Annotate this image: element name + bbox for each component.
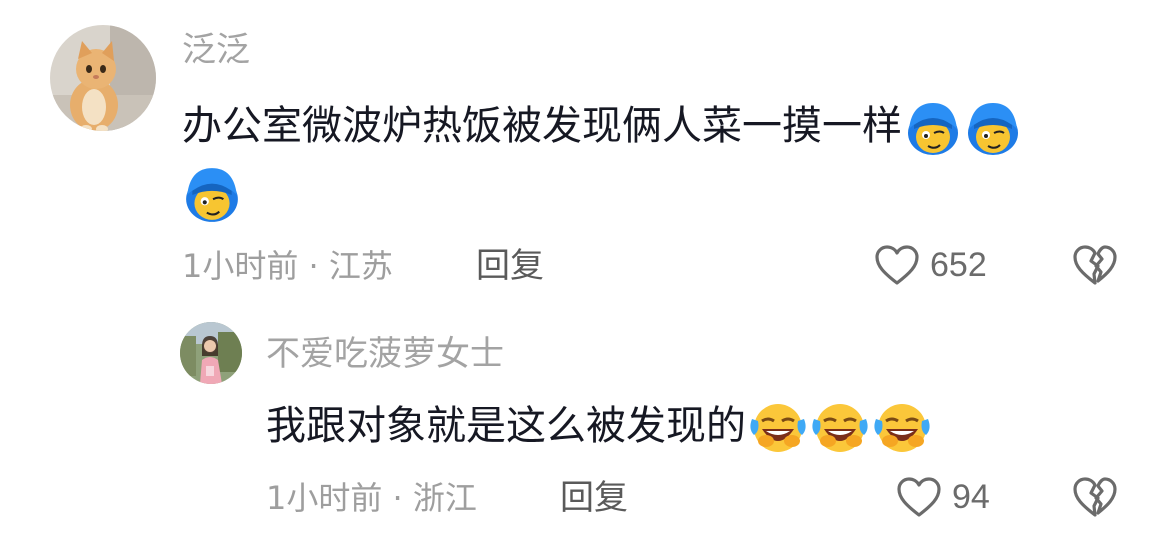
blue-hair-smirk-icon [904,99,962,157]
dislike-button[interactable] [1072,244,1118,290]
comment-meta: 1小时前 · 江苏 [182,246,393,286]
username[interactable]: 不爱吃菠萝女士 [266,334,504,374]
meta-separator: · [308,247,319,285]
location: 浙江 [412,479,477,517]
reply-button[interactable]: 回复 [476,246,544,286]
like-button[interactable]: 652 [874,244,987,286]
laugh-cry-icon [810,399,870,457]
laugh-cry-icon [872,399,932,457]
comment-body: 我跟对象就是这么被发现的 [266,403,746,449]
location: 江苏 [328,247,393,285]
comment-text: 办公室微波炉热饭被发现俩人菜一摸一样 [182,98,1022,157]
girl-photo-avatar-icon [180,322,242,384]
comment-list: 泛泛 办公室微波炉热饭被发现俩人菜一摸一样 1小时前 · 江苏 回复 652 不… [0,0,1170,536]
heart-icon [875,245,919,285]
meta-separator: · [392,479,403,517]
comment-meta: 1小时前 · 浙江 [266,478,477,518]
avatar[interactable] [50,25,156,131]
comment-text-continued [182,164,242,224]
heart-icon [897,477,941,517]
comment-text: 我跟对象就是这么被发现的 [266,398,932,457]
broken-heart-icon [1073,477,1117,517]
cat-avatar-icon [50,25,156,131]
username[interactable]: 泛泛 [182,30,250,70]
reply-button[interactable]: 回复 [560,478,628,518]
like-button[interactable]: 94 [896,476,990,518]
timestamp: 1小时前 [182,247,299,285]
timestamp: 1小时前 [266,479,383,517]
blue-hair-smirk-icon [182,164,242,224]
avatar[interactable] [180,322,242,384]
broken-heart-icon [1073,245,1117,285]
blue-hair-smirk-icon [964,99,1022,157]
comment-body: 办公室微波炉热饭被发现俩人菜一摸一样 [182,103,902,149]
laugh-cry-icon [748,399,808,457]
like-count: 94 [952,478,990,516]
like-count: 652 [930,246,987,284]
dislike-button[interactable] [1072,476,1118,522]
